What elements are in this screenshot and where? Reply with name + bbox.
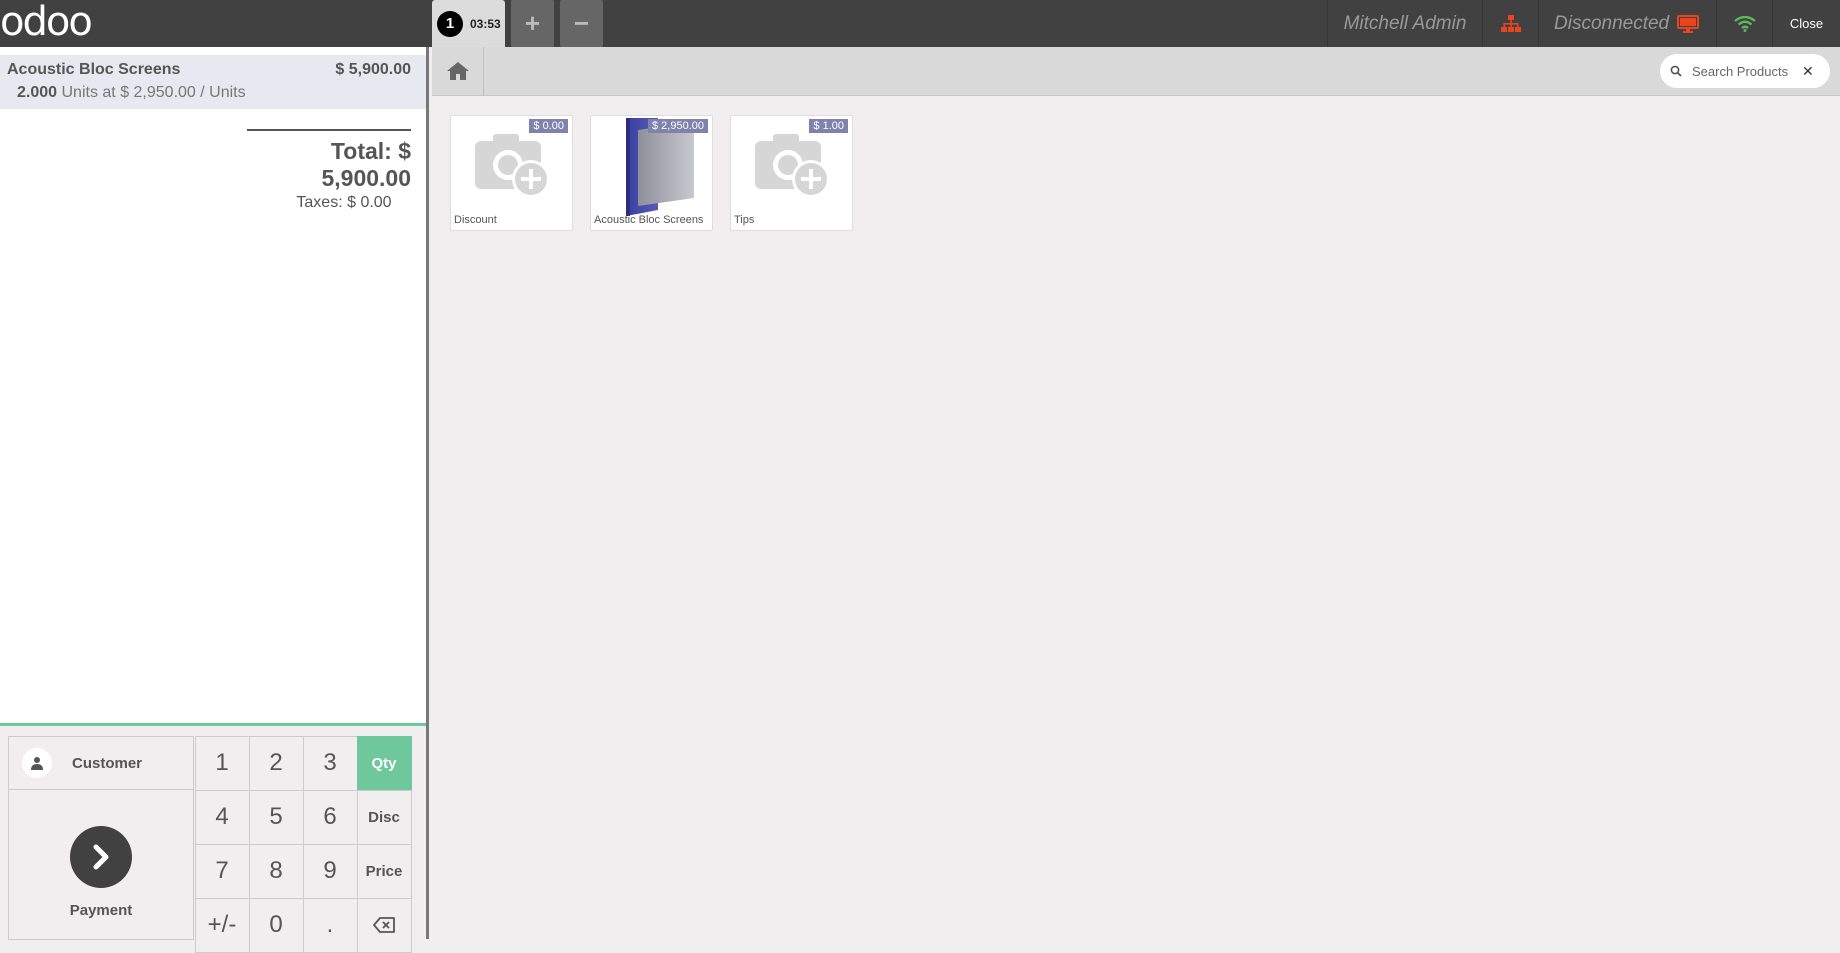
order-tab-1[interactable]: 1 03:53 xyxy=(432,0,505,47)
numpad-key-6[interactable]: 6 xyxy=(302,789,358,845)
mode-price-button[interactable]: Price xyxy=(356,843,412,899)
customer-button[interactable]: Customer xyxy=(8,736,194,790)
product-name: Discount xyxy=(454,214,497,226)
order-summary: Total: $ 5,900.00 Taxes: $ 0.00 xyxy=(247,129,411,212)
mode-qty-button[interactable]: Qty xyxy=(356,735,412,791)
product-price: $ 2,950.00 xyxy=(648,119,708,133)
connection-status[interactable] xyxy=(1716,0,1772,47)
order-total: Total: $ 5,900.00 xyxy=(321,138,411,191)
payment-button[interactable]: Payment xyxy=(8,790,194,940)
numpad-key-1[interactable]: 1 xyxy=(194,735,250,791)
numpad-key-plus-minus[interactable]: +/- xyxy=(194,897,250,953)
numpad-key-7[interactable]: 7 xyxy=(194,843,250,899)
numpad-key-2[interactable]: 2 xyxy=(248,735,304,791)
home-button[interactable] xyxy=(432,46,484,96)
product-discount[interactable]: $ 0.00 Discount xyxy=(450,115,573,231)
backspace-icon xyxy=(373,917,395,933)
search-box[interactable]: ✕ xyxy=(1660,54,1830,88)
top-bar: odoo 1 03:53 + − Mitchell Admin Disconne… xyxy=(0,0,1840,47)
chevron-right-icon xyxy=(70,826,132,888)
payment-label: Payment xyxy=(69,902,133,919)
order-line-unit-info: Units at $ 2,950.00 / Units xyxy=(61,84,246,101)
close-button[interactable]: Close xyxy=(1772,0,1840,47)
numpad: 1 2 3 Qty 4 5 6 Disc 7 8 9 Price +/- 0 . xyxy=(194,735,414,953)
order-line-price: $ 5,900.00 xyxy=(335,61,411,78)
product-name: Acoustic Bloc Screens xyxy=(594,214,704,226)
search-icon xyxy=(1670,65,1682,77)
order-line-info: 2.000 Units at $ 2,950.00 / Units xyxy=(17,84,411,102)
topbar-status: Mitchell Admin Disconnected Close xyxy=(1327,0,1840,47)
order-time: 03:53 xyxy=(470,16,501,31)
home-icon xyxy=(446,62,469,80)
order-line-qty: 2.000 xyxy=(17,84,58,101)
backspace-button[interactable] xyxy=(356,897,412,953)
order-number: 1 xyxy=(437,10,463,37)
product-name: Tips xyxy=(734,214,755,226)
proxy-status-label: Disconnected xyxy=(1554,12,1670,34)
product-tips[interactable]: $ 1.00 Tips xyxy=(730,115,853,231)
odoo-logo: odoo xyxy=(0,0,93,45)
proxy-status[interactable]: Disconnected xyxy=(1538,0,1716,47)
product-list: $ 0.00 Discount $ 2,950.00 Acoustic Bloc… xyxy=(450,115,853,231)
clear-search-icon[interactable]: ✕ xyxy=(1802,63,1814,80)
product-price: $ 0.00 xyxy=(529,119,568,133)
cashier-name[interactable]: Mitchell Admin xyxy=(1327,0,1482,47)
order-pane: Acoustic Bloc Screens $ 5,900.00 2.000 U… xyxy=(0,47,429,953)
sync-status[interactable] xyxy=(1482,0,1538,47)
numpad-key-9[interactable]: 9 xyxy=(302,843,358,899)
order-line[interactable]: Acoustic Bloc Screens $ 5,900.00 2.000 U… xyxy=(0,55,426,109)
remove-order-button[interactable]: − xyxy=(560,0,603,47)
customer-label: Customer xyxy=(72,754,143,772)
numpad-key-decimal[interactable]: . xyxy=(302,897,358,953)
sitemap-icon xyxy=(1500,14,1521,32)
search-input[interactable] xyxy=(1692,63,1792,79)
product-price: $ 1.00 xyxy=(809,119,848,133)
user-icon xyxy=(22,748,52,778)
wifi-icon xyxy=(1733,15,1756,32)
order-tabs: 1 03:53 + − xyxy=(432,0,603,47)
breadcrumb: ✕ xyxy=(432,46,1840,96)
product-acoustic-bloc-screens[interactable]: $ 2,950.00 Acoustic Bloc Screens xyxy=(590,115,713,231)
numpad-key-5[interactable]: 5 xyxy=(248,789,304,845)
numpad-key-0[interactable]: 0 xyxy=(248,897,304,953)
logo: odoo xyxy=(0,0,432,47)
control-buttons: Customer Payment 1 2 3 Qty 4 5 6 Disc 7 … xyxy=(0,726,426,953)
numpad-key-3[interactable]: 3 xyxy=(302,735,358,791)
desktop-icon xyxy=(1677,14,1700,33)
product-screen: ✕ $ 0.00 Discount xyxy=(432,46,1840,939)
add-order-button[interactable]: + xyxy=(511,0,554,47)
order-taxes: Taxes: $ 0.00 xyxy=(296,194,392,211)
order-line-product: Acoustic Bloc Screens xyxy=(7,61,181,78)
numpad-key-8[interactable]: 8 xyxy=(248,843,304,899)
mode-disc-button[interactable]: Disc xyxy=(356,789,412,845)
numpad-key-4[interactable]: 4 xyxy=(194,789,250,845)
